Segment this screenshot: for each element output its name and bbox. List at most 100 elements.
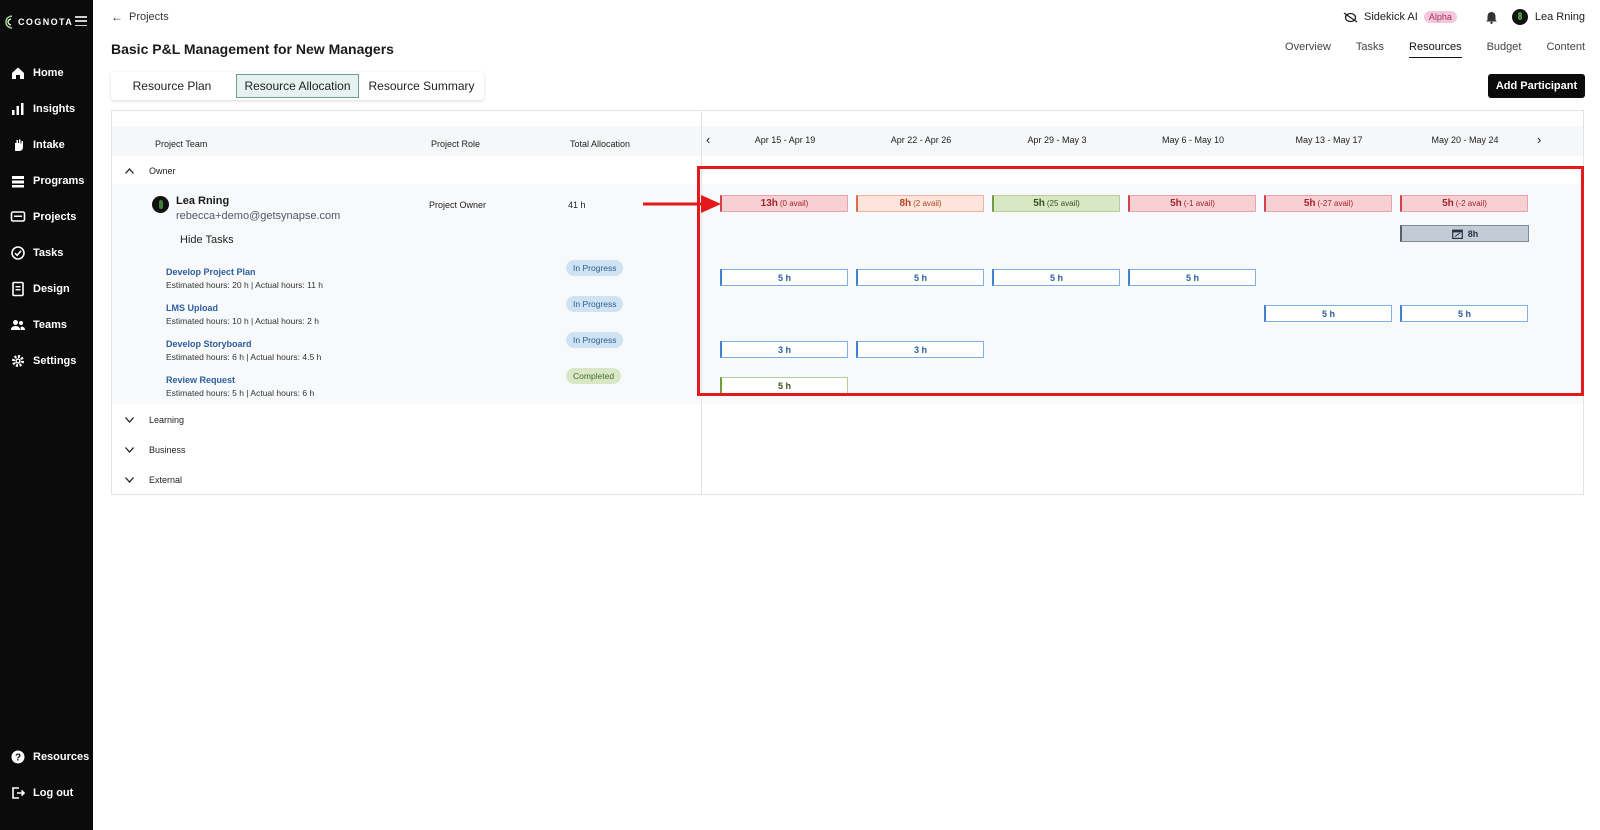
tab-resource-allocation[interactable]: Resource Allocation (236, 74, 359, 98)
hide-tasks-toggle[interactable]: Hide Tasks (180, 234, 234, 246)
member-email: rebecca+demo@getsynapse.com (176, 210, 341, 222)
sidebar-item-intake[interactable]: Intake (0, 130, 93, 160)
group-label: Learning (149, 415, 185, 425)
sidebar-item-projects[interactable]: Projects (0, 202, 93, 232)
back-to-projects-link[interactable]: ← Projects (111, 10, 169, 24)
sidebar-item-logout[interactable]: Log out (0, 778, 93, 808)
status-badge: In Progress (566, 296, 624, 312)
allocation-available: (-2 avail) (1455, 199, 1487, 208)
allocation-available: (2 avail) (913, 199, 942, 208)
task-hours: Estimated hours: 20 h | Actual hours: 11… (166, 280, 324, 290)
avatar (152, 196, 169, 213)
tab-budget[interactable]: Budget (1487, 41, 1522, 58)
page-title: Basic P&L Management for New Managers (111, 41, 394, 57)
sidebar-collapse-icon[interactable] (75, 16, 87, 26)
sidebar-item-home[interactable]: Home (0, 58, 93, 88)
status-badge: In Progress (566, 332, 624, 348)
sidekick-ai-button[interactable]: Sidekick AI Alpha (1343, 11, 1457, 24)
tab-content[interactable]: Content (1546, 41, 1585, 58)
users-icon (11, 320, 25, 330)
chevron-up-icon (125, 168, 134, 174)
sidebar-item-programs[interactable]: Programs (0, 166, 93, 196)
allocation-hours: 5h (1033, 198, 1045, 209)
member-total-allocation: 41 h (568, 200, 586, 210)
chevron-down-icon (125, 477, 134, 483)
annotation-arrow-icon (643, 195, 721, 213)
sidebar-item-label: Programs (33, 175, 85, 187)
allocation-hours: 13h (760, 198, 778, 209)
gear-icon (12, 355, 24, 367)
task-link[interactable]: LMS Upload (166, 303, 218, 313)
stack-icon (12, 176, 24, 188)
task-allocation-bar[interactable]: 5 h (1264, 305, 1392, 322)
brand-name: COGNOTA (18, 17, 74, 27)
hand-icon (15, 139, 23, 151)
allocation-available: (25 avail) (1046, 199, 1080, 208)
sidekick-icon (1343, 11, 1358, 23)
weekly-allocation-bar[interactable]: 8h (2 avail) (856, 195, 984, 212)
tab-resources[interactable]: Resources (1409, 41, 1462, 58)
sidebar-item-tasks[interactable]: Tasks (0, 238, 93, 268)
task-allocation-bar[interactable]: 5 h (856, 269, 984, 286)
task-hours: Estimated hours: 5 h | Actual hours: 6 h (166, 388, 315, 398)
task-allocation-bar[interactable]: 5 h (720, 269, 848, 286)
sidebar: COGNOTA Home Insights Intake Programs Pr… (0, 0, 93, 830)
avatar (1511, 9, 1528, 25)
week-header: Apr 22 - Apr 26 (890, 135, 952, 145)
tab-resource-summary[interactable]: Resource Summary (361, 74, 482, 98)
allocation-hours: 5h (1442, 198, 1454, 209)
sidebar-item-settings[interactable]: Settings (0, 346, 93, 376)
sidebar-item-insights[interactable]: Insights (0, 94, 93, 124)
home-icon (12, 67, 24, 79)
sidebar-item-teams[interactable]: Teams (0, 310, 93, 340)
task-allocation-bar[interactable]: 3 h (720, 341, 848, 358)
sidebar-item-label: Intake (33, 139, 65, 151)
calendar-icon (1451, 229, 1463, 239)
tab-tasks[interactable]: Tasks (1356, 41, 1384, 58)
sidebar-item-label: Log out (33, 787, 74, 799)
group-toggle-learning[interactable]: Learning (125, 415, 184, 425)
column-header-project-role: Project Role (431, 139, 481, 149)
sidebar-item-label: Design (33, 283, 70, 295)
task-allocation-bar[interactable]: 5 h (992, 269, 1120, 286)
group-toggle-owner[interactable]: Owner (125, 166, 176, 176)
task-allocation-bar[interactable]: 5 h (1400, 305, 1528, 322)
back-link-label: Projects (129, 11, 169, 23)
sidebar-item-resources[interactable]: ? Resources (0, 742, 93, 772)
task-allocation-bar[interactable]: 5 h (1128, 269, 1256, 286)
group-toggle-external[interactable]: External (125, 475, 182, 485)
add-participant-button[interactable]: Add Participant (1488, 74, 1585, 98)
user-menu[interactable]: Lea Rning (1511, 9, 1585, 25)
help-circle-icon: ? (11, 750, 25, 764)
weekly-allocation-bar[interactable]: 13h (0 avail) (720, 195, 848, 212)
cognota-logo[interactable]: COGNOTA (4, 14, 73, 30)
week-header: Apr 29 - May 3 (1027, 135, 1087, 145)
sidebar-item-label: Home (33, 67, 64, 79)
group-label: Business (149, 445, 186, 455)
tab-resource-plan[interactable]: Resource Plan (113, 74, 231, 98)
sidebar-item-design[interactable]: Design (0, 274, 93, 304)
project-nav: Overview Tasks Resources Budget Content (1260, 41, 1585, 58)
weekly-allocation-bar[interactable]: 5h (-2 avail) (1400, 195, 1528, 212)
status-badge: In Progress (566, 260, 624, 276)
weekly-allocation-bar[interactable]: 5h (-1 avail) (1128, 195, 1256, 212)
previous-weeks-icon[interactable]: ‹ (706, 132, 710, 147)
logout-icon (12, 787, 26, 799)
column-header-project-team: Project Team (155, 139, 208, 149)
group-toggle-business[interactable]: Business (125, 445, 186, 455)
task-hours: Estimated hours: 6 h | Actual hours: 4.5… (166, 352, 322, 362)
task-allocation-bar[interactable]: 3 h (856, 341, 984, 358)
bell-icon[interactable] (1485, 11, 1498, 24)
task-link[interactable]: Develop Project Plan (166, 267, 256, 277)
weekly-allocation-bar[interactable]: 5h (-27 avail) (1264, 195, 1392, 212)
cognota-mark-icon (5, 15, 13, 29)
time-off-bar[interactable]: 8h (1400, 225, 1529, 242)
tab-overview[interactable]: Overview (1285, 41, 1331, 58)
task-link[interactable]: Develop Storyboard (166, 339, 252, 349)
allocation-hours: 8h (899, 198, 912, 209)
next-weeks-icon[interactable]: › (1537, 132, 1541, 147)
task-link[interactable]: Review Request (166, 375, 235, 385)
task-allocation-bar[interactable]: 5 h (720, 377, 848, 394)
week-header: May 20 - May 24 (1431, 135, 1499, 145)
weekly-allocation-bar[interactable]: 5h (25 avail) (992, 195, 1120, 212)
